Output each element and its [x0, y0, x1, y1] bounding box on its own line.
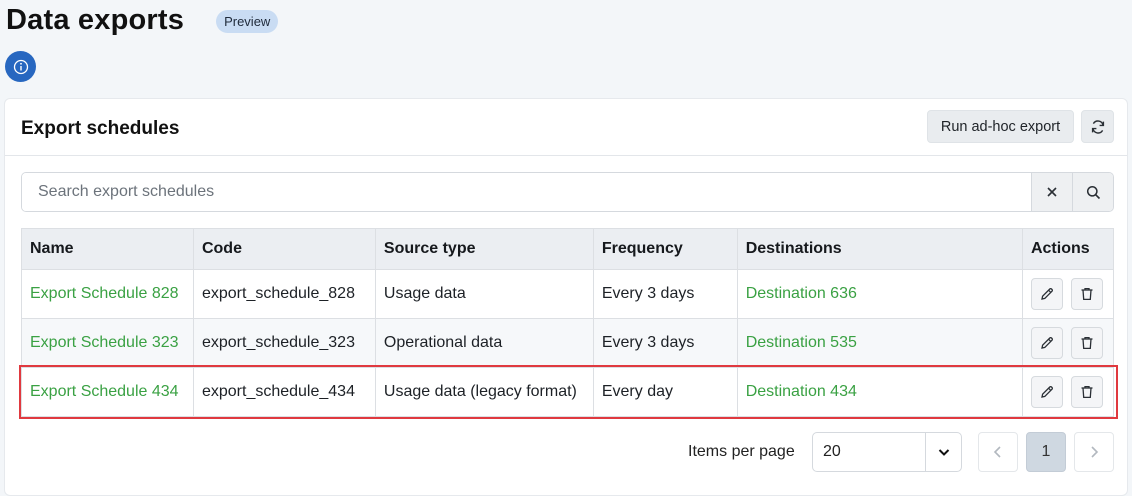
chevron-left-icon	[993, 446, 1001, 458]
pagination: Items per page 20 1	[5, 432, 1127, 472]
export-schedules-card: Export schedules Run ad-hoc export Searc…	[4, 98, 1128, 496]
column-header-name[interactable]: Name	[21, 228, 194, 270]
schedule-code: export_schedule_434	[192, 367, 376, 417]
export-schedules-table: Name Code Source type Frequency Destinat…	[21, 228, 1115, 417]
edit-button[interactable]	[1030, 278, 1063, 310]
trash-icon	[1081, 385, 1093, 399]
destination-link[interactable]: Destination 535	[746, 334, 857, 351]
card-header: Export schedules Run ad-hoc export	[5, 99, 1127, 156]
pencil-icon	[1041, 386, 1053, 398]
destination-link[interactable]: Destination 636	[746, 285, 857, 302]
page-button-current[interactable]: 1	[1026, 432, 1066, 472]
delete-button[interactable]	[1070, 327, 1103, 359]
run-adhoc-export-button[interactable]: Run ad-hoc export	[927, 110, 1074, 143]
items-per-page-select[interactable]: 20	[812, 432, 962, 472]
clear-search-button[interactable]	[1031, 173, 1072, 211]
schedule-frequency: Every 3 days	[592, 318, 738, 368]
page-title: Data exports	[6, 4, 185, 36]
table-row: Export Schedule 828 export_schedule_828 …	[21, 269, 1115, 319]
pencil-icon	[1041, 288, 1053, 300]
trash-icon	[1081, 336, 1093, 350]
refresh-button[interactable]	[1081, 110, 1114, 143]
schedule-source-type: Operational data	[374, 318, 594, 368]
info-icon[interactable]	[5, 51, 36, 82]
destination-link[interactable]: Destination 434	[746, 383, 857, 400]
column-header-code[interactable]: Code	[192, 228, 376, 270]
pencil-icon	[1041, 337, 1053, 349]
delete-button[interactable]	[1070, 278, 1103, 310]
column-header-destinations[interactable]: Destinations	[736, 228, 1023, 270]
schedule-code: export_schedule_828	[192, 269, 376, 319]
search-button[interactable]	[1072, 173, 1113, 211]
row-actions	[1030, 376, 1105, 408]
table-header-row: Name Code Source type Frequency Destinat…	[21, 228, 1115, 270]
table-row: Export Schedule 434 export_schedule_434 …	[21, 367, 1115, 417]
edit-button[interactable]	[1030, 327, 1063, 359]
schedule-frequency: Every day	[592, 367, 738, 417]
delete-button[interactable]	[1070, 376, 1103, 408]
schedule-name-link[interactable]: Export Schedule 828	[30, 285, 179, 302]
info-glyph	[13, 59, 28, 74]
schedule-code: export_schedule_323	[192, 318, 376, 368]
next-page-button[interactable]	[1074, 432, 1114, 472]
search-icon	[1086, 185, 1100, 199]
schedule-source-type: Usage data	[374, 269, 594, 319]
schedule-frequency: Every 3 days	[592, 269, 738, 319]
refresh-icon	[1091, 119, 1104, 134]
preview-badge: Preview	[216, 9, 279, 33]
close-icon	[1047, 187, 1057, 197]
chevron-down-icon	[925, 433, 961, 471]
column-header-actions: Actions	[1021, 228, 1115, 270]
schedule-source-type: Usage data (legacy format)	[374, 367, 594, 417]
previous-page-button[interactable]	[978, 432, 1018, 472]
schedule-name-link[interactable]: Export Schedule 323	[30, 334, 179, 351]
table-row: Export Schedule 323 export_schedule_323 …	[21, 318, 1115, 368]
column-header-source-type[interactable]: Source type	[374, 228, 594, 270]
chevron-right-icon	[1091, 446, 1099, 458]
row-actions	[1030, 327, 1105, 359]
trash-icon	[1081, 287, 1093, 301]
row-actions	[1030, 278, 1105, 310]
card-title: Export schedules	[21, 118, 180, 139]
search-bar	[21, 172, 1114, 212]
search-input[interactable]	[22, 173, 1031, 211]
page-header: Data exports Preview	[6, 0, 279, 40]
column-header-frequency[interactable]: Frequency	[592, 228, 738, 270]
items-per-page-label: Items per page	[688, 443, 795, 460]
edit-button[interactable]	[1030, 376, 1063, 408]
schedule-name-link[interactable]: Export Schedule 434	[30, 383, 179, 400]
items-per-page-value: 20	[823, 443, 841, 460]
